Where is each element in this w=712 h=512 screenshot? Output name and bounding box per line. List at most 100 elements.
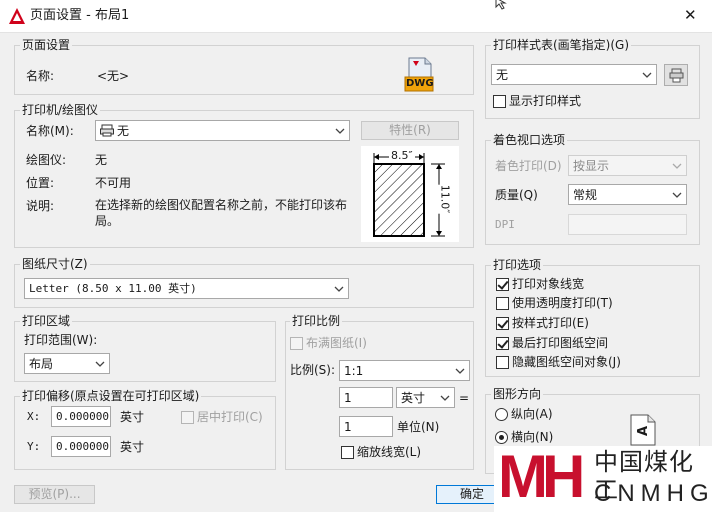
orientation-page-icon: A	[630, 414, 656, 446]
page-setup-name-value: <无>	[97, 69, 130, 83]
window-title: 页面设置 - 布局1	[30, 8, 130, 23]
offset-y-label: Y:	[27, 440, 41, 453]
offset-x-unit: 英寸	[120, 410, 145, 424]
scale-equals: =	[459, 391, 470, 405]
plot-lineweights-label: 打印对象线宽	[512, 277, 585, 291]
watermark-en-text: CNMHG	[594, 480, 712, 507]
plot-style-title: 打印样式表(画笔指定)(G)	[491, 38, 632, 52]
preview-button[interactable]: 预览(P)...	[14, 485, 95, 504]
offset-x-field[interactable]: 0.000000	[51, 406, 111, 427]
scale-unit-select[interactable]: 英寸	[396, 387, 455, 408]
paper-preview: 8.5″ 11.0″	[361, 146, 459, 242]
display-plot-styles-label: 显示打印样式	[509, 94, 582, 108]
chevron-down-icon	[642, 72, 652, 78]
title-bar: 页面设置 - 布局1 ✕	[0, 0, 712, 32]
scale-select[interactable]: 1:1	[339, 360, 470, 381]
chevron-down-icon	[672, 163, 682, 169]
shade-plot-select[interactable]: 按显示	[568, 155, 687, 176]
orientation-page-letter: A	[636, 425, 652, 437]
fit-to-paper-checkbox[interactable]	[290, 337, 303, 350]
printer-name-label: 名称(M):	[26, 124, 74, 138]
printer-title: 打印机/绘图仪	[20, 103, 101, 117]
properties-button[interactable]: 特性(R)	[361, 121, 459, 140]
preview-width-label: 8.5″	[389, 149, 415, 162]
plot-transparency-label: 使用透明度打印(T)	[512, 296, 613, 310]
plot-scale-title: 打印比例	[290, 314, 343, 328]
watermark: MH 中国煤化工 CNMHG	[494, 443, 712, 512]
plot-area-title: 打印区域	[20, 314, 73, 328]
location-label: 位置:	[26, 176, 55, 190]
plot-range-label: 打印范围(W):	[24, 333, 98, 347]
plotter-label: 绘图仪:	[26, 153, 67, 167]
plot-lineweights-checkbox[interactable]	[496, 278, 509, 291]
description-label: 说明:	[26, 199, 55, 213]
close-icon[interactable]: ✕	[684, 6, 697, 24]
paper-size-select[interactable]: Letter (8.50 x 11.00 英寸)	[24, 278, 349, 299]
offset-x-value: 0.000000	[56, 410, 109, 423]
plotter-value: 无	[95, 153, 108, 167]
offset-x-label: X:	[27, 410, 41, 423]
chevron-down-icon	[334, 286, 344, 292]
hide-paperspace-objects-label: 隐藏图纸空间对象(J)	[512, 355, 621, 369]
dpi-field[interactable]	[568, 214, 687, 235]
scale-unit2-label: 单位(N)	[397, 420, 440, 434]
scale-value2-field[interactable]: 1	[339, 416, 393, 437]
center-plot-label: 居中打印(C)	[197, 410, 263, 424]
plot-paperspace-last-label: 最后打印图纸空间	[512, 336, 609, 350]
portrait-label: 纵向(A)	[511, 407, 553, 421]
description-value: 在选择新的绘图仪配置名称之前，不能打印该布局。	[95, 198, 348, 228]
page-setup-name-label: 名称:	[26, 69, 55, 83]
scale-lineweights-label: 缩放线宽(L)	[357, 445, 422, 459]
scale-lineweights-checkbox[interactable]	[341, 446, 354, 459]
shade-plot-value: 按显示	[573, 159, 610, 173]
plot-range-value: 布局	[29, 357, 54, 371]
orientation-title: 图形方向	[491, 387, 544, 401]
quality-label: 质量(Q)	[495, 188, 538, 202]
scale-value1: 1	[344, 391, 352, 405]
scale-value2: 1	[344, 420, 352, 434]
offset-y-field[interactable]: 0.000000	[51, 436, 111, 457]
plot-style-edit-button[interactable]	[664, 64, 688, 86]
dwg-label: DWG	[406, 78, 434, 89]
scale-value: 1:1	[344, 364, 364, 378]
scale-unit-value: 英寸	[401, 391, 426, 405]
mouse-cursor-icon	[495, 0, 507, 10]
offset-y-unit: 英寸	[120, 440, 145, 454]
plot-style-select[interactable]: 无	[491, 64, 657, 85]
plot-options-title: 打印选项	[491, 258, 544, 272]
fit-to-paper-label: 布满图纸(I)	[306, 336, 367, 350]
edit-style-icon	[669, 68, 684, 83]
chevron-down-icon	[95, 361, 105, 367]
chevron-down-icon	[455, 368, 465, 374]
scale-label: 比例(S):	[290, 363, 336, 377]
quality-select[interactable]: 常规	[568, 184, 687, 205]
printer-name-select[interactable]: 无	[95, 120, 350, 141]
display-plot-styles-checkbox[interactable]	[493, 95, 506, 108]
plot-offset-title: 打印偏移(原点设置在可打印区域)	[20, 389, 202, 403]
paper-size-value: Letter (8.50 x 11.00 英寸)	[29, 282, 197, 295]
plotter-icon	[100, 124, 114, 137]
paper-size-title: 图纸尺寸(Z)	[20, 257, 90, 271]
shade-plot-label: 着色打印(D)	[495, 159, 562, 173]
page-setup-title: 页面设置	[20, 38, 73, 52]
shaded-viewport-title: 着色视口选项	[491, 133, 568, 147]
autocad-logo-icon	[9, 8, 25, 24]
hide-paperspace-objects-checkbox[interactable]	[496, 356, 509, 369]
plot-with-styles-checkbox[interactable]	[496, 317, 509, 330]
plot-paperspace-last-checkbox[interactable]	[496, 337, 509, 350]
chevron-down-icon	[672, 192, 682, 198]
portrait-radio[interactable]	[495, 408, 508, 421]
scale-value1-field[interactable]: 1	[339, 387, 393, 408]
preview-height-label: 11.0″	[438, 184, 452, 214]
quality-value: 常规	[573, 188, 598, 202]
location-value: 不可用	[95, 176, 132, 190]
printer-name-value: 无	[117, 124, 130, 138]
dpi-label: DPI	[495, 218, 515, 231]
dwg-file-icon: DWG	[403, 57, 435, 93]
center-plot-checkbox[interactable]	[181, 411, 194, 424]
watermark-mark: MH	[498, 443, 585, 510]
plot-style-value: 无	[496, 68, 509, 82]
plot-range-select[interactable]: 布局	[24, 353, 110, 374]
plot-with-styles-label: 按样式打印(E)	[512, 316, 589, 330]
plot-transparency-checkbox[interactable]	[496, 297, 509, 310]
